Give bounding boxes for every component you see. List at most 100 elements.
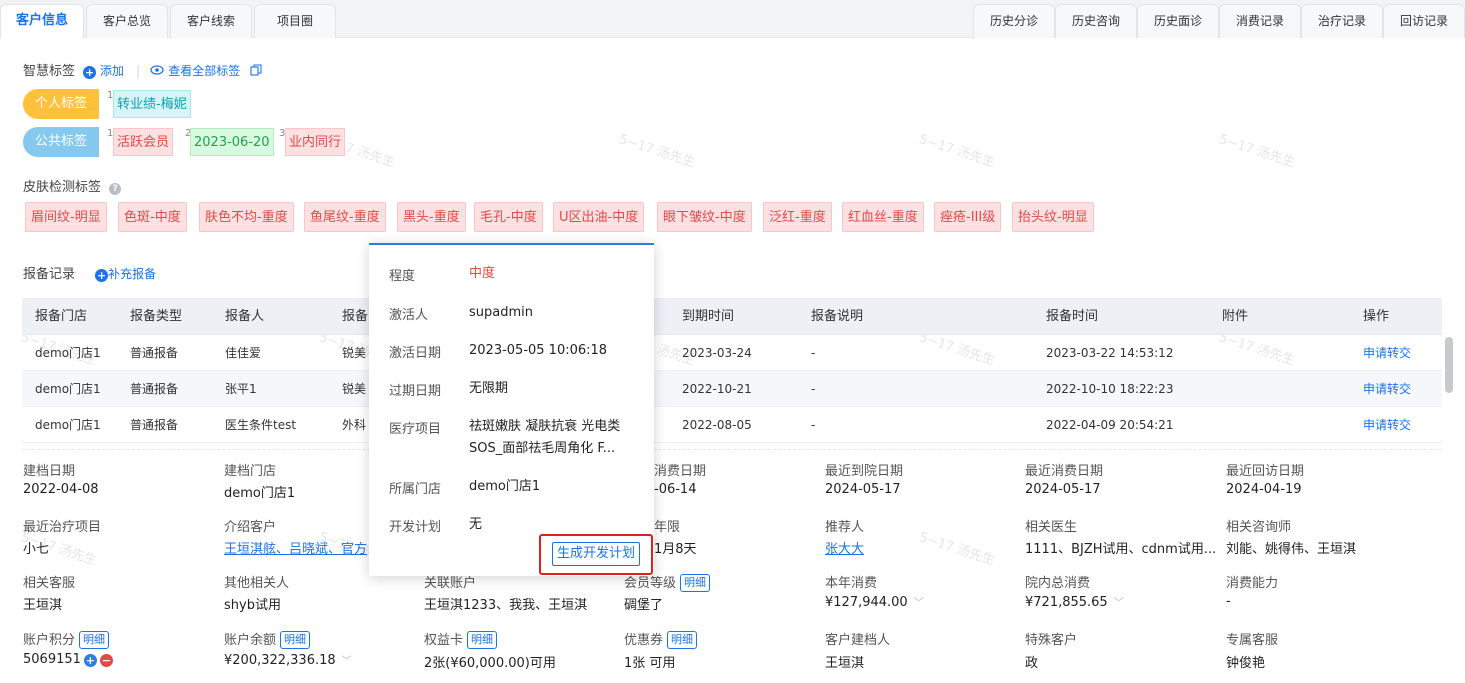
copy-icon[interactable] [250,64,262,76]
col-desc: 报备说明 [811,309,864,324]
cell-category: 外科 [342,418,367,432]
view-all-tags-label: 查看全部标签 [168,64,241,78]
benefit-card-label: 权益卡 [424,633,464,648]
label-benefit-card: 权益卡 明细 [424,629,498,649]
points-amount: 5069151 [23,652,81,667]
tab-customer-overview[interactable]: 客户总览 [86,4,168,38]
tab-history-triage[interactable]: 历史分诊 [973,4,1055,38]
skin-tag[interactable]: 眉间纹-明显 [25,202,107,232]
view-all-tags-button[interactable]: 查看全部标签 [150,64,244,78]
label-other-related: 其他相关人 [224,576,290,591]
popover-activate-date-label: 激活日期 [389,346,442,361]
value-exclusive-service: 钟俊艳 [1226,656,1266,671]
personal-tag-label: 个人标签 [23,89,100,119]
skin-tag[interactable]: 黑头-重度 [397,202,466,232]
member-level-detail-button[interactable]: 明细 [680,574,711,592]
transfer-request-link[interactable]: 申请转交 [1363,335,1411,371]
cell-expire: 2022-08-05 [682,418,752,432]
add-report-button[interactable]: + 补充报备 [95,267,157,282]
label-points: 账户积分 明细 [23,629,110,649]
popover-project-label: 医疗项目 [389,422,442,437]
points-detail-button[interactable]: 明细 [79,631,110,649]
table-scrollbar[interactable] [1445,337,1453,393]
value-balance: ¥200,322,336.18 ﹀ [224,652,352,668]
personal-tag[interactable]: 转业绩-梅妮 [113,90,191,118]
coupon-detail-button[interactable]: 明细 [667,631,698,649]
plus-icon[interactable]: + [83,654,97,667]
help-icon[interactable]: ? [109,183,122,195]
tab-followup-records[interactable]: 回访记录 [1383,4,1465,38]
skin-tag[interactable]: U区出油-中度 [553,202,645,232]
popover-activator-value: supadmin [469,305,533,320]
value-referred-customers[interactable]: 王垣淇舷、吕晓斌、官方 [224,538,368,557]
label-last-treatment: 最近治疗项目 [23,520,102,535]
cell-person: 医生条件test [225,418,297,432]
value-other-related: shyb试用 [224,598,281,613]
chevron-down-icon[interactable]: ﹀ [342,656,352,667]
separator: | [135,64,141,79]
public-tag[interactable]: 2023-06-20 [190,128,274,156]
tab-customer-info[interactable]: 客户信息 [0,4,84,38]
tab-history-interview[interactable]: 历史面诊 [1137,4,1219,38]
value-service: 王垣淇 [23,598,63,613]
balance-detail-button[interactable]: 明细 [280,631,311,649]
tab-customer-leads[interactable]: 客户线索 [170,4,252,38]
skin-tag[interactable]: 红血丝-重度 [842,202,924,232]
points-label: 账户积分 [23,633,76,648]
skin-tag[interactable]: 泛红-重度 [763,202,832,232]
col-attachment: 附件 [1222,309,1249,324]
label-year-consume: 本年消费 [825,576,878,591]
skin-tag[interactable]: 痤疮-III级 [934,202,1002,232]
add-tag-button[interactable]: + 添加 [83,64,128,79]
label-coupon: 优惠券 明细 [624,629,698,649]
skin-tag[interactable]: 鱼尾纹-重度 [304,202,386,232]
table-row: demo门店1 普通报备 张平1 锐美 2022-10-21 - 2022-10… [22,371,1442,407]
tab-bar: 客户信息 客户总览 客户线索 项目圈 历史分诊 历史咨询 历史面诊 消费记录 治… [0,0,1465,38]
tab-treatment-records[interactable]: 治疗记录 [1301,4,1383,38]
skin-tag[interactable]: 毛孔-中度 [474,202,543,232]
skin-tag[interactable]: 眼下皱纹-中度 [657,202,752,232]
label-last-followup: 最近回访日期 [1226,464,1305,479]
skin-tags-title: 皮肤检测标签 [23,180,102,195]
value-consume-ability: - [1226,594,1231,609]
popover-plan-value: 无 [469,517,483,532]
skin-tag[interactable]: 抬头纹-明显 [1012,202,1094,232]
report-table-header: 报备门店 报备类型 报备人 报备 到期时间 报备说明 报备时间 附件 操作 [22,298,1442,335]
transfer-request-link[interactable]: 申请转交 [1363,371,1411,407]
skin-tag[interactable]: 色斑-中度 [118,202,187,232]
public-tag[interactable]: 业内同行 [285,128,346,156]
value-create-date: 2022-04-08 [23,482,99,497]
tab-project-circle[interactable]: 项目圈 [254,4,336,38]
benefit-card-detail-button[interactable]: 明细 [467,631,498,649]
chevron-down-icon[interactable]: ﹀ [914,598,924,609]
cell-desc: - [811,346,816,360]
cell-time: 2023-03-22 14:53:12 [1046,346,1174,360]
divider [22,449,1442,450]
value-create-store: demo门店1 [224,486,296,501]
cell-expire: 2022-10-21 [682,382,752,396]
tab-history-consult[interactable]: 历史咨询 [1055,4,1137,38]
add-report-label: 补充报备 [108,267,157,281]
col-type: 报备类型 [130,309,183,324]
col-action: 操作 [1363,309,1390,324]
label-referrer: 推荐人 [825,520,865,535]
minus-icon[interactable]: − [99,654,113,667]
add-tag-label: 添加 [99,64,124,78]
generate-plan-button[interactable]: 生成开发计划 [552,542,641,566]
tab-consumption-records[interactable]: 消费记录 [1219,4,1301,38]
value-last-treatment: 小七 [23,542,50,557]
value-last-visit: 2024-05-17 [825,482,901,497]
chevron-down-icon[interactable]: ﹀ [1114,598,1124,609]
cell-time: 2022-04-09 20:54:21 [1046,418,1174,432]
transfer-request-link[interactable]: 申请转交 [1363,407,1411,443]
public-tag[interactable]: 活跃会员 [113,128,174,156]
total-consume-amount: ¥721,855.65 [1025,595,1108,610]
referred-customers-link[interactable]: 王垣淇舷、吕晓斌、官方 [224,542,367,557]
popover-activate-date-value: 2023-05-05 10:06:18 [469,343,608,358]
value-last-consume: 2024-05-17 [1025,482,1101,497]
value-referrer[interactable]: 张大大 [825,538,864,557]
skin-tag[interactable]: 肤色不均-重度 [199,202,294,232]
value-doctors: 1111、BJZH试用、cdnm试用... [1025,542,1217,557]
cell-desc: - [811,418,816,432]
referrer-link[interactable]: 张大大 [825,542,864,557]
